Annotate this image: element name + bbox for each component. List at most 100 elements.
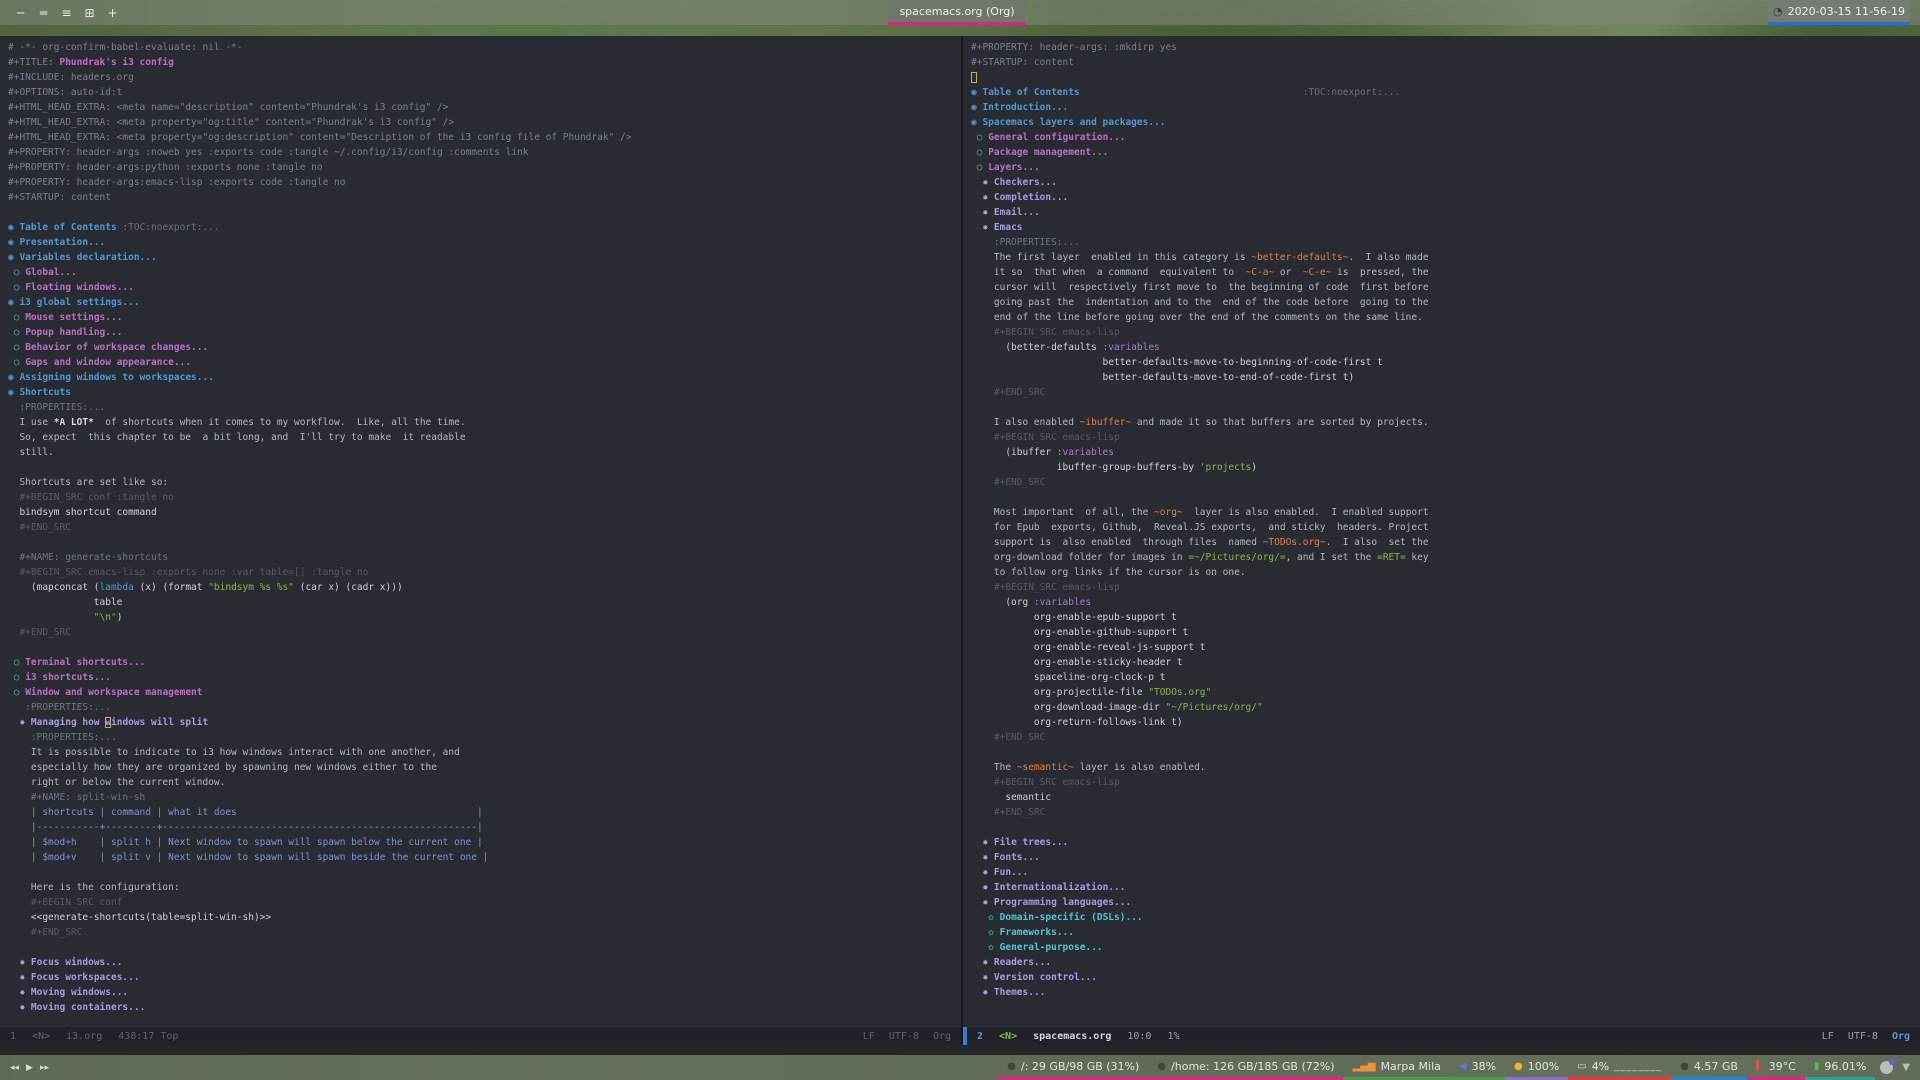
text-span: Themes... — [993, 987, 1046, 998]
modeline-left: 1 <N> i3.org 438:17 Top LF UTF-8 Org — [0, 1027, 961, 1045]
tray-icon[interactable]: ▼ — [1902, 1062, 1910, 1073]
minibuffer[interactable] — [0, 1045, 1920, 1055]
text-span: ◉ — [8, 252, 20, 263]
text-span: spaceline-org-clock-p t — [971, 672, 1166, 683]
equalizer-icon: ▂▄▆ — [1352, 1060, 1376, 1072]
text-span: Shortcuts — [19, 387, 71, 398]
next-track-icon[interactable]: ▸▸ — [40, 1063, 49, 1073]
text-span: :PROPERTIES:... — [8, 402, 106, 413]
text-span: org-enable-epub-support t — [971, 612, 1177, 623]
memory-module[interactable]: ● 4.57 GB — [1671, 1055, 1747, 1080]
buffer-line — [8, 535, 961, 550]
layout-split-icon[interactable]: ─ — [14, 6, 27, 20]
text-span: General-purpose... — [999, 942, 1103, 953]
temperature-module[interactable]: ▍ 39°C — [1746, 1055, 1805, 1080]
text-span: ◉ — [8, 372, 20, 383]
desktop: { "titlebar": { "layout_icons": [ {"name… — [0, 0, 1920, 1080]
previous-track-icon[interactable]: ◂◂ — [10, 1063, 19, 1073]
window-number: 1 — [10, 1030, 17, 1042]
text-span: Emacs — [993, 222, 1023, 233]
text-span: ✸ — [982, 972, 994, 983]
buffer-spacemacs-org[interactable]: #+PROPERTY: header-args: :mkdirp yes #+ST… — [963, 36, 1920, 1027]
brightness-module[interactable]: ● 100% — [1505, 1055, 1569, 1080]
text-span: :variables — [1102, 342, 1160, 353]
text-span: Completion... — [993, 192, 1069, 203]
text-span: Frameworks... — [999, 927, 1074, 938]
module-label: 4.57 GB — [1693, 1059, 1738, 1073]
buffer-line: ✸ Version control... — [971, 970, 1920, 985]
text-span: ✸ — [982, 987, 994, 998]
text-span: ✸ — [19, 717, 31, 728]
emacs-window-right: #+PROPERTY: header-args: :mkdirp yes #+ST… — [963, 36, 1920, 1045]
buffer-line: ○ General configuration... — [971, 130, 1920, 145]
status-modules: ● /: 29 GB/98 GB (31%) ● /home: 126 GB/185 … — [998, 1055, 1876, 1080]
text-span — [8, 1002, 19, 1013]
text-span: ✿ — [988, 927, 1000, 938]
cpu-module[interactable]: ▭ 4% ________ — [1568, 1055, 1672, 1080]
text-span: org-enable-reveal-js-support t — [971, 642, 1206, 653]
text-span — [971, 972, 982, 983]
thermometer-icon: ▍ — [1755, 1060, 1764, 1072]
text-span: (car x) (cadr x))) — [294, 582, 403, 593]
speaker-icon: ◀ — [1458, 1060, 1467, 1072]
play-icon[interactable]: ▶ — [26, 1063, 33, 1073]
layout-tabbed-icon[interactable]: ⊞ — [83, 6, 96, 20]
new-window-icon[interactable]: + — [106, 6, 119, 20]
buffer-line: better-defaults-move-to-end-of-code-firs… — [971, 370, 1920, 385]
text-span: ◉ — [8, 387, 20, 398]
discord-tray-icon[interactable] — [1880, 1059, 1896, 1074]
module-label: Marpa Mila — [1380, 1059, 1441, 1073]
buffer-i3-org[interactable]: # -*- org-confirm-babel-evaluate: nil -*… — [0, 36, 961, 1027]
text-span — [8, 987, 19, 998]
buffer-line: #+BEGIN_SRC emacs-lisp :exports none :va… — [8, 565, 961, 580]
text-span: (ibuffer — [971, 447, 1057, 458]
encoding-indicator: UTF-8 — [888, 1030, 919, 1042]
text-span: Introduction... — [982, 102, 1069, 113]
text-span — [971, 942, 988, 953]
text-span: I also enabled — [971, 417, 1080, 428]
text-span: ~ibuffer~ — [1079, 417, 1132, 428]
buffer-line: | $mod+h | split h | Next window to spaw… — [8, 835, 961, 850]
emacs-window-left: # -*- org-confirm-babel-evaluate: nil -*… — [0, 36, 961, 1045]
evil-state-indicator: <N> — [999, 1030, 1018, 1042]
volume-module[interactable]: ◀ 38% — [1449, 1055, 1506, 1080]
text-span: "\n" — [93, 612, 117, 623]
buffer-line: cursor will respectively first move to t… — [971, 280, 1920, 295]
disk-root-module[interactable]: ● /: 29 GB/98 GB (31%) — [998, 1055, 1149, 1080]
text-span: ✸ — [982, 222, 994, 233]
text-span: Table of Contents — [982, 87, 1080, 98]
buffer-line: #+BEGIN_SRC conf — [8, 895, 961, 910]
text-span: ~org~ — [1154, 507, 1183, 518]
buffer-line: org-return-follows-link t) — [971, 715, 1920, 730]
buffer-line: :PROPERTIES:... — [8, 400, 961, 415]
text-span: support is also enabled through files na… — [971, 537, 1263, 548]
buffer-line: ○ Behavior of workspace changes... — [8, 340, 961, 355]
text-span: org-return-follows-link t) — [971, 717, 1183, 728]
text-span: ✸ — [19, 987, 31, 998]
buffer-line — [8, 640, 961, 655]
active-window-title-tab[interactable]: spacemacs.org (Org) — [888, 0, 1026, 25]
layout-stacking-icon[interactable]: ≡ — [60, 6, 73, 20]
text-span: ✸ — [19, 957, 31, 968]
clock-widget[interactable]: ◔ 2020-03-15 11-56-19 — [1768, 0, 1910, 25]
text-span: :variables — [1033, 597, 1092, 608]
datetime-text: 2020-03-15 11-56-19 — [1787, 4, 1905, 18]
buffer-line — [8, 865, 961, 880]
text-span: org-download-image-dir — [971, 702, 1166, 713]
layout-stacked-icon[interactable]: ═ — [37, 6, 50, 20]
music-module[interactable]: ▂▄▆ Marpa Mila — [1343, 1055, 1450, 1080]
disk-home-module[interactable]: ● /home: 126 GB/185 GB (72%) — [1148, 1055, 1344, 1080]
emacs-frame: # -*- org-confirm-babel-evaluate: nil -*… — [0, 36, 1920, 1055]
buffer-line: Most important of all, the ~org~ layer i… — [971, 505, 1920, 520]
text-span: #+HTML_HEAD_EXTRA: <meta property="og:ti… — [8, 117, 455, 128]
buffer-line: #+BEGIN_SRC conf :tangle no — [8, 490, 961, 505]
buffer-line — [8, 940, 961, 955]
buffer-line: #+HTML_HEAD_EXTRA: <meta name="descripti… — [8, 100, 961, 115]
battery-module[interactable]: ▮ 96.01% — [1804, 1055, 1876, 1080]
text-span: The first layer enabled in this category… — [971, 252, 1252, 263]
text-span: Mouse settings... — [25, 312, 123, 323]
text-span: The — [971, 762, 1017, 773]
buffer-line: :PROPERTIES:... — [971, 235, 1920, 250]
buffer-line: ✸ Fun... — [971, 865, 1920, 880]
window-number: 2 — [977, 1030, 984, 1042]
